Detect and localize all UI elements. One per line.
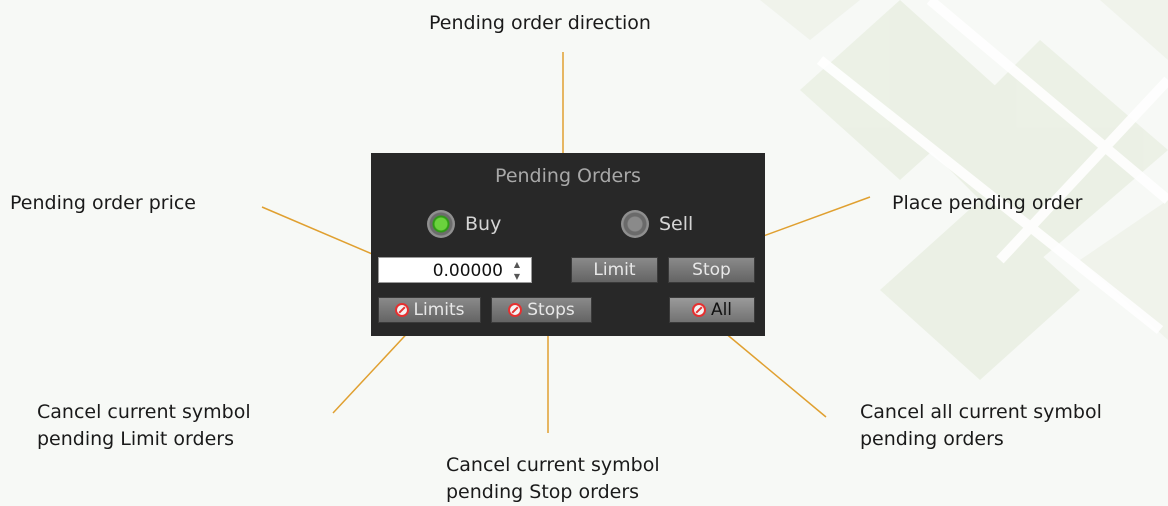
- no-entry-icon: [394, 303, 409, 317]
- spinner-down-icon[interactable]: ▼: [514, 273, 520, 281]
- cancel-stops-button[interactable]: Stops: [491, 297, 592, 323]
- limit-button-label: Limit: [593, 260, 636, 280]
- annotation-cancel-limits-line1: Cancel current symbol: [37, 401, 251, 423]
- annotation-place: Place pending order: [892, 192, 1083, 214]
- annotation-cancel-stops: Cancel current symbol pending Stop order…: [446, 452, 660, 506]
- price-value: 0.00000: [432, 261, 503, 281]
- cancel-all-label: All: [710, 300, 733, 320]
- annotation-cancel-limits: Cancel current symbol pending Limit orde…: [37, 399, 251, 453]
- sell-radio[interactable]: Sell: [621, 209, 693, 239]
- stop-button[interactable]: Stop: [668, 257, 755, 283]
- no-entry-icon: [691, 303, 706, 317]
- no-entry-icon: [508, 303, 523, 317]
- cancel-all-button[interactable]: All: [669, 297, 755, 323]
- annotation-cancel-limits-line2: pending Limit orders: [37, 428, 234, 450]
- annotation-cancel-all-line2: pending orders: [860, 428, 1004, 450]
- stop-button-label: Stop: [692, 260, 731, 280]
- cancel-limits-label: Limits: [413, 300, 465, 320]
- pending-orders-panel: Pending Orders Buy Sell 0.00000 ▲ ▼ Limi…: [371, 153, 765, 336]
- price-input[interactable]: 0.00000 ▲ ▼: [378, 257, 532, 283]
- annotation-cancel-stops-line1: Cancel current symbol: [446, 454, 660, 476]
- limit-button[interactable]: Limit: [571, 257, 658, 283]
- spinner-up-icon[interactable]: ▲: [514, 261, 520, 269]
- buy-radio[interactable]: Buy: [427, 209, 501, 239]
- panel-title: Pending Orders: [495, 165, 641, 187]
- annotation-cancel-all-line1: Cancel all current symbol: [860, 401, 1102, 423]
- annotation-cancel-all: Cancel all current symbol pending orders: [860, 399, 1102, 453]
- cancel-limits-button[interactable]: Limits: [378, 297, 481, 323]
- annotation-cancel-stops-line2: pending Stop orders: [446, 481, 640, 503]
- sell-label: Sell: [659, 213, 694, 235]
- annotation-price: Pending order price: [10, 192, 196, 214]
- radio-unselected-icon: [621, 210, 649, 238]
- spinner-arrows-icon[interactable]: ▲ ▼: [511, 261, 523, 281]
- annotation-direction: Pending order direction: [429, 12, 651, 34]
- cancel-stops-label: Stops: [527, 300, 575, 320]
- radio-selected-icon: [427, 210, 455, 238]
- buy-label: Buy: [465, 213, 502, 235]
